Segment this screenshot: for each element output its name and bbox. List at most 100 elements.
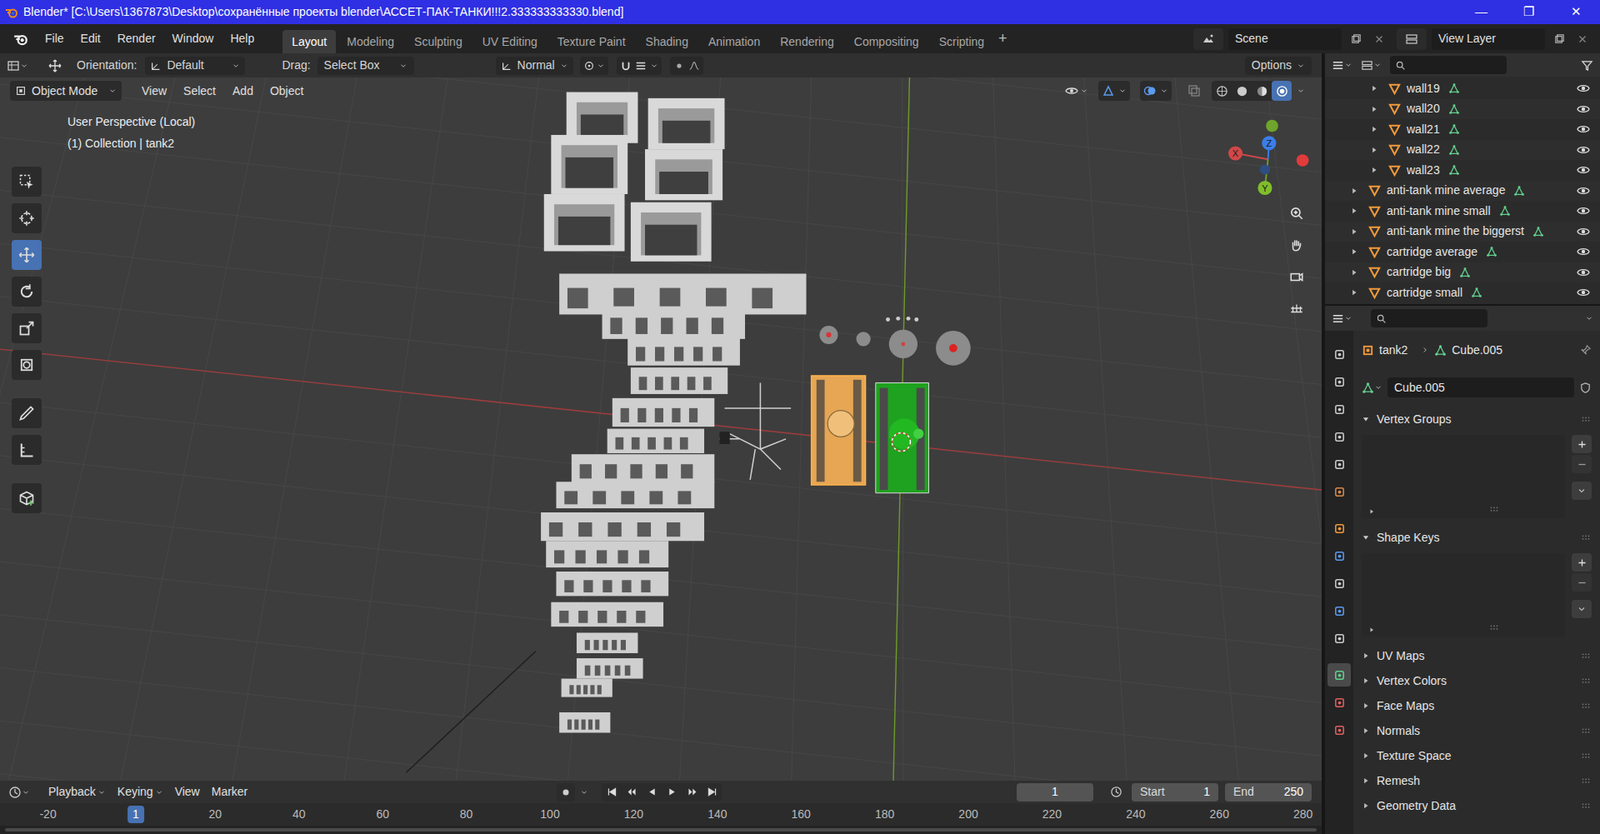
expand-arrow-icon[interactable]	[1348, 227, 1360, 236]
outliner-editor-icon[interactable]	[1331, 59, 1345, 72]
workspace-tab[interactable]: Animation	[699, 30, 770, 54]
tool-icon[interactable]	[11, 276, 42, 307]
shading-mode-icon[interactable]	[1231, 80, 1252, 101]
transport-icon[interactable]	[641, 783, 662, 802]
timeline-editor-icon[interactable]	[8, 785, 22, 800]
current-frame-field[interactable]: 1	[1016, 783, 1094, 802]
outliner-row[interactable]: cartridge small	[1325, 282, 1600, 304]
start-frame-field[interactable]: Start1	[1131, 783, 1219, 802]
pivot-dropdown[interactable]	[580, 56, 609, 75]
window-control-button[interactable]: ✕	[1552, 0, 1600, 25]
workspace-tab[interactable]: UV Editing	[473, 30, 547, 54]
snap-target-icon[interactable]	[635, 60, 647, 72]
properties-tab-icon[interactable]	[1327, 599, 1351, 623]
workspace-tab[interactable]: Modeling	[337, 30, 404, 54]
panel-title[interactable]: Remesh	[1376, 772, 1420, 790]
camera-icon[interactable]	[1283, 263, 1310, 290]
panel-title[interactable]: Normals	[1376, 722, 1420, 740]
workspace-tab[interactable]: Layout	[282, 30, 336, 54]
expand-arrow-icon[interactable]	[1368, 165, 1380, 175]
drag-grip-icon[interactable]	[1580, 800, 1592, 812]
panel-header[interactable]: Shape Keys	[1361, 525, 1592, 550]
blender-menu-icon[interactable]	[10, 31, 32, 47]
panel-header[interactable]: Face Maps	[1361, 693, 1592, 719]
outliner-row[interactable]: cartridge big	[1325, 262, 1600, 284]
visibility-dropdown[interactable]	[1065, 84, 1089, 98]
tool-icon[interactable]	[11, 483, 42, 514]
menu-item[interactable]: Edit	[80, 30, 101, 48]
outliner-row[interactable]: cartridge average	[1325, 241, 1600, 263]
outliner-item-label[interactable]: cartridge small	[1386, 284, 1463, 302]
workspace-tab[interactable]: Texture Paint	[548, 30, 635, 54]
outliner-item-label[interactable]: cartridge big	[1386, 263, 1451, 281]
proportional-editing-group[interactable]	[670, 56, 704, 75]
new-scene-icon[interactable]	[1346, 32, 1365, 45]
panel-header[interactable]: Vertex Groups	[1361, 406, 1592, 432]
outliner-item-label[interactable]: wall22	[1406, 140, 1440, 159]
panel-header[interactable]: Vertex Colors	[1361, 668, 1592, 694]
xray-icon[interactable]	[1185, 84, 1204, 98]
timeline-menu[interactable]: Keying	[117, 783, 164, 801]
properties-tab-icon[interactable]	[1327, 397, 1351, 421]
expand-arrow-icon[interactable]	[1361, 776, 1370, 785]
properties-editor-icon[interactable]	[1331, 312, 1345, 325]
orientation-dropdown[interactable]: Default	[145, 56, 245, 75]
scene-icon[interactable]	[1193, 28, 1224, 50]
shading-mode-icon[interactable]	[1271, 80, 1292, 101]
panel-title[interactable]: Geometry Data	[1376, 797, 1456, 815]
pin-icon[interactable]	[1579, 344, 1592, 357]
panel-title[interactable]: Face Maps	[1376, 697, 1435, 715]
timeline-menu[interactable]: View	[175, 783, 200, 801]
panel-title[interactable]: UV Maps	[1376, 647, 1425, 665]
visibility-eye-icon[interactable]	[1576, 245, 1590, 259]
collapse-arrow-icon[interactable]	[1361, 533, 1370, 542]
panel-header[interactable]: Geometry Data	[1361, 793, 1592, 819]
properties-tab-icon[interactable]	[1327, 544, 1351, 568]
pan-hand-icon[interactable]	[1283, 231, 1310, 259]
outliner-row[interactable]: wall23	[1325, 160, 1600, 181]
transport-icon[interactable]	[601, 783, 622, 802]
outliner-item-label[interactable]: cartridge average	[1386, 243, 1478, 261]
list-filter-arrow-icon[interactable]	[1368, 626, 1375, 634]
navigation-gizmo[interactable]: XYZ	[1219, 107, 1316, 205]
shading-mode-icon[interactable]	[1211, 80, 1232, 101]
remove-view-layer-icon[interactable]	[1573, 33, 1592, 45]
overlay-icon[interactable]	[1143, 84, 1157, 98]
options-chevron-icon[interactable]	[1585, 314, 1594, 323]
workspace-tab[interactable]: Shading	[636, 30, 698, 54]
empty-list[interactable]	[1361, 435, 1565, 519]
editor-type-button[interactable]	[6, 59, 29, 73]
expand-arrow-icon[interactable]	[1368, 125, 1380, 134]
tool-icon[interactable]	[11, 435, 42, 465]
expand-arrow-icon[interactable]	[1368, 105, 1380, 114]
gizmo-axis-label[interactable]: X	[1232, 148, 1240, 159]
window-control-button[interactable]: ❐	[1505, 0, 1553, 25]
workspace-tab[interactable]: Sculpting	[405, 30, 472, 54]
window-control-button[interactable]: —	[1457, 0, 1505, 25]
outliner-item-label[interactable]: wall23	[1406, 161, 1440, 180]
menu-item[interactable]: File	[45, 30, 65, 48]
drag-grip-icon[interactable]	[1580, 531, 1592, 544]
outliner-search-field[interactable]	[1390, 55, 1507, 75]
remove-icon[interactable]	[1571, 455, 1592, 474]
outliner-row[interactable]: wall21	[1325, 119, 1600, 140]
panel-title[interactable]: Texture Space	[1376, 747, 1452, 765]
ortho-grid-icon[interactable]	[1283, 295, 1310, 322]
expand-arrow-icon[interactable]	[1361, 701, 1370, 710]
proportional-editing-icon[interactable]	[673, 60, 685, 72]
properties-tab-icon[interactable]	[1327, 452, 1351, 476]
editor-type-button[interactable]	[1331, 312, 1353, 325]
remove-icon[interactable]	[1571, 573, 1592, 592]
menu-item[interactable]: Render	[117, 30, 156, 48]
transform-orientation-dropdown[interactable]: Normal	[495, 56, 574, 75]
view-layer-icon[interactable]	[1396, 28, 1427, 50]
expand-arrow-icon[interactable]	[1361, 651, 1370, 660]
remove-scene-icon[interactable]	[1370, 33, 1389, 45]
outliner-row[interactable]: wall19	[1325, 78, 1600, 100]
zoom-icon[interactable]	[1283, 200, 1310, 227]
expand-arrow-icon[interactable]	[1368, 145, 1380, 155]
drag-grip-icon[interactable]	[1580, 650, 1592, 662]
active-tool-icon[interactable]	[48, 59, 62, 73]
properties-search-field[interactable]	[1370, 309, 1488, 328]
transport-icon[interactable]	[681, 783, 702, 802]
